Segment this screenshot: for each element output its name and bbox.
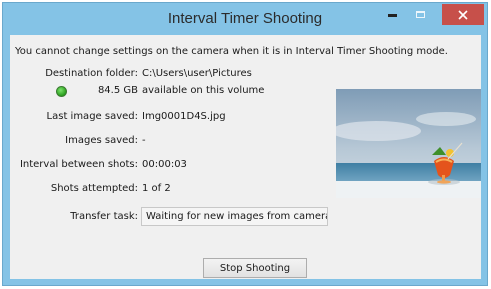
mode-warning-message: You cannot change settings on the camera… xyxy=(15,46,448,57)
last-image-label: Last image saved: xyxy=(46,111,138,122)
destination-folder-value: C:\Users\user\Pictures xyxy=(142,68,252,79)
free-space-suffix: available on this volume xyxy=(142,85,265,96)
preview-photo xyxy=(336,89,481,198)
minimize-icon xyxy=(387,13,397,17)
title-bar[interactable]: Interval Timer Shooting xyxy=(3,3,487,33)
green-status-icon xyxy=(56,86,67,97)
interval-label: Interval between shots: xyxy=(19,159,138,170)
minimize-button[interactable] xyxy=(378,3,406,25)
close-icon xyxy=(458,9,468,20)
dialog-body: You cannot change settings on the camera… xyxy=(10,35,481,279)
interval-timer-window: Interval Timer Shooting You cannot chang… xyxy=(2,2,488,286)
maximize-icon xyxy=(415,10,425,18)
transfer-task-field: Waiting for new images from camera... xyxy=(141,207,328,226)
close-button[interactable] xyxy=(442,4,484,25)
images-saved-value: - xyxy=(142,135,146,146)
interval-value: 00:00:03 xyxy=(142,159,187,170)
destination-folder-label: Destination folder: xyxy=(45,68,138,79)
stop-shooting-button[interactable]: Stop Shooting xyxy=(203,258,307,278)
free-space-value: 84.5 GB xyxy=(97,85,138,96)
shots-attempted-value: 1 of 2 xyxy=(142,183,171,194)
shots-attempted-label: Shots attempted: xyxy=(50,183,138,194)
maximize-button[interactable] xyxy=(406,3,434,25)
image-preview xyxy=(336,89,481,198)
images-saved-label: Images saved: xyxy=(65,135,138,146)
last-image-value: Img0001D4S.jpg xyxy=(142,111,226,122)
transfer-task-label: Transfer task: xyxy=(70,211,138,222)
